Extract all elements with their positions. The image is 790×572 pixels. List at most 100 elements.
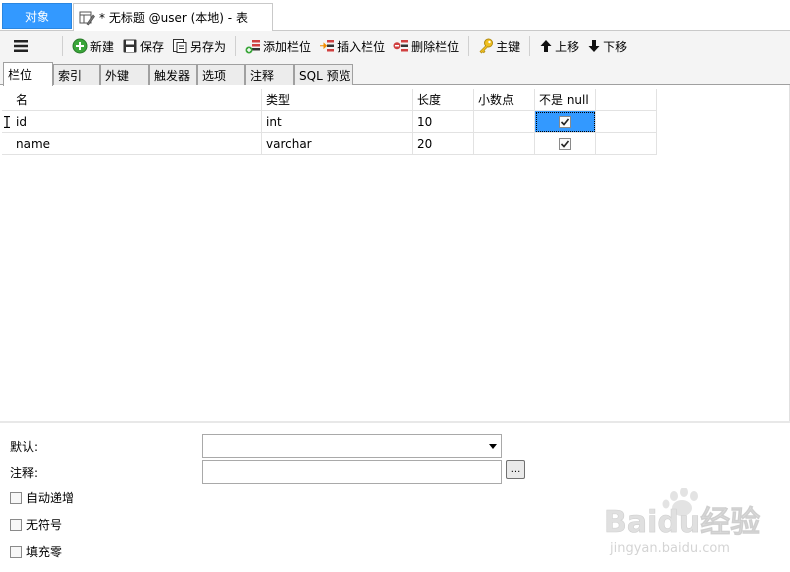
- column-header-decimals-label: 小数点: [478, 93, 515, 107]
- auto-increment-checkbox[interactable]: [10, 491, 22, 504]
- tab-triggers-label: 触发器: [154, 68, 191, 83]
- primary-key-button[interactable]: 主键: [474, 34, 524, 58]
- tab-indexes-label: 索引: [58, 68, 83, 83]
- row-marker: [2, 133, 12, 155]
- comment-editor-button-label: ...: [510, 463, 521, 475]
- default-label: 默认:: [10, 440, 39, 454]
- tab-table-design-label: * 无标题 @user (本地) - 表: [99, 11, 248, 25]
- column-header-filler: [596, 89, 657, 111]
- field-name-cell[interactable]: id: [12, 111, 262, 133]
- column-header-not-null[interactable]: 不是 null: [535, 89, 596, 111]
- column-header-name-label: 名: [16, 93, 29, 107]
- save-button[interactable]: 保存: [118, 34, 168, 58]
- field-length-cell[interactable]: 20: [413, 133, 474, 155]
- new-icon: [72, 38, 88, 54]
- default-value-dropdown[interactable]: [202, 434, 502, 458]
- row-filler-cell: [596, 133, 657, 155]
- auto-increment-label: 自动递增: [26, 491, 75, 505]
- add-field-button[interactable]: 添加栏位: [241, 34, 315, 58]
- save-as-icon: [173, 39, 187, 53]
- tab-fields[interactable]: 栏位: [3, 62, 53, 86]
- tab-objects-label: 对象: [24, 9, 49, 24]
- add-field-icon: [245, 40, 261, 54]
- menu-button[interactable]: [0, 34, 40, 58]
- table-design-icon: [79, 11, 95, 25]
- field-type-value: int: [266, 114, 282, 129]
- row-marker-header: [2, 89, 12, 111]
- move-up-button-label: 上移: [555, 39, 580, 54]
- new-button-label: 新建: [90, 39, 115, 54]
- add-field-button-label: 添加栏位: [263, 39, 312, 54]
- move-up-button[interactable]: 上移: [535, 34, 583, 58]
- key-icon: [479, 38, 494, 54]
- current-row-marker-icon: [2, 111, 12, 133]
- table-row[interactable]: name varchar 20: [2, 133, 657, 155]
- column-header-not-null-label: 不是 null: [539, 93, 589, 107]
- toolbar-separator: [62, 36, 63, 56]
- move-down-button[interactable]: 下移: [583, 34, 631, 58]
- field-name-value: name: [16, 136, 51, 151]
- toolbar-separator: [235, 36, 237, 56]
- tab-sql-preview-label: SQL 预览: [299, 68, 351, 83]
- fields-grid-area: 名 类型 长度 小数点 不是 null id int 10 name varch…: [0, 85, 790, 421]
- tab-comment-label: 注释: [250, 68, 275, 83]
- field-not-null-cell[interactable]: [535, 111, 596, 133]
- field-decimals-cell[interactable]: [474, 111, 535, 133]
- field-not-null-cell[interactable]: [535, 133, 596, 155]
- field-properties-panel: 默认: 注释: ... 自动递增 无符号 填充零: [0, 421, 790, 572]
- designer-tab-bar: 栏位 索引 外键 触发器 选项 注释 SQL 预览: [0, 61, 790, 86]
- arrow-up-icon: [540, 40, 552, 52]
- not-null-checkbox[interactable]: [559, 115, 571, 128]
- text-cursor-icon: [4, 115, 10, 128]
- grid-header-row: 名 类型 长度 小数点 不是 null: [2, 89, 657, 111]
- document-tab-bar: 对象 * 无标题 @user (本地) - 表: [0, 0, 790, 31]
- field-name-value: id: [16, 114, 27, 129]
- delete-field-button[interactable]: 删除栏位: [389, 34, 463, 58]
- tab-triggers[interactable]: 触发器: [149, 64, 197, 85]
- tab-table-design[interactable]: * 无标题 @user (本地) - 表: [73, 3, 273, 31]
- zerofill-checkbox-row[interactable]: 填充零: [10, 543, 62, 560]
- unsigned-checkbox-row[interactable]: 无符号: [10, 516, 62, 533]
- column-header-decimals[interactable]: 小数点: [474, 89, 535, 111]
- delete-field-button-label: 删除栏位: [411, 39, 460, 54]
- not-null-checkbox[interactable]: [559, 137, 571, 150]
- primary-key-button-label: 主键: [496, 39, 521, 54]
- table-row[interactable]: id int 10: [2, 111, 657, 133]
- tab-fields-label: 栏位: [8, 68, 33, 82]
- column-header-type-label: 类型: [266, 93, 291, 107]
- new-button[interactable]: 新建: [68, 34, 118, 58]
- column-header-type[interactable]: 类型: [262, 89, 413, 111]
- column-header-length[interactable]: 长度: [413, 89, 474, 111]
- comment-input[interactable]: [202, 460, 502, 484]
- tab-foreign-keys-label: 外键: [105, 68, 130, 83]
- field-name-cell[interactable]: name: [12, 133, 262, 155]
- comment-editor-button[interactable]: ...: [506, 460, 525, 479]
- save-icon: [123, 39, 137, 53]
- toolbar-separator: [468, 36, 470, 56]
- tab-options[interactable]: 选项: [197, 64, 245, 85]
- column-header-name[interactable]: 名: [12, 89, 262, 111]
- tab-objects[interactable]: 对象: [2, 3, 72, 29]
- zerofill-checkbox[interactable]: [10, 545, 22, 558]
- save-as-button[interactable]: 另存为: [168, 34, 230, 58]
- tab-indexes[interactable]: 索引: [53, 64, 100, 85]
- dropdown-arrow-icon: [489, 444, 497, 449]
- field-type-cell[interactable]: varchar: [262, 133, 413, 155]
- tab-options-label: 选项: [202, 68, 227, 83]
- arrow-down-icon: [588, 40, 600, 52]
- field-length-value: 20: [417, 136, 433, 151]
- unsigned-label: 无符号: [26, 518, 63, 532]
- toolbar-separator: [529, 36, 531, 56]
- tab-comment[interactable]: 注释: [245, 64, 294, 85]
- insert-field-button[interactable]: 插入栏位: [315, 34, 389, 58]
- insert-field-button-label: 插入栏位: [337, 39, 386, 54]
- auto-increment-checkbox-row[interactable]: 自动递增: [10, 489, 74, 506]
- tab-foreign-keys[interactable]: 外键: [100, 64, 149, 85]
- comment-label: 注释:: [10, 466, 39, 480]
- field-type-cell[interactable]: int: [262, 111, 413, 133]
- unsigned-checkbox[interactable]: [10, 518, 22, 531]
- tab-sql-preview[interactable]: SQL 预览: [294, 64, 353, 85]
- field-decimals-cell[interactable]: [474, 133, 535, 155]
- field-length-cell[interactable]: 10: [413, 111, 474, 133]
- save-as-button-label: 另存为: [190, 39, 227, 54]
